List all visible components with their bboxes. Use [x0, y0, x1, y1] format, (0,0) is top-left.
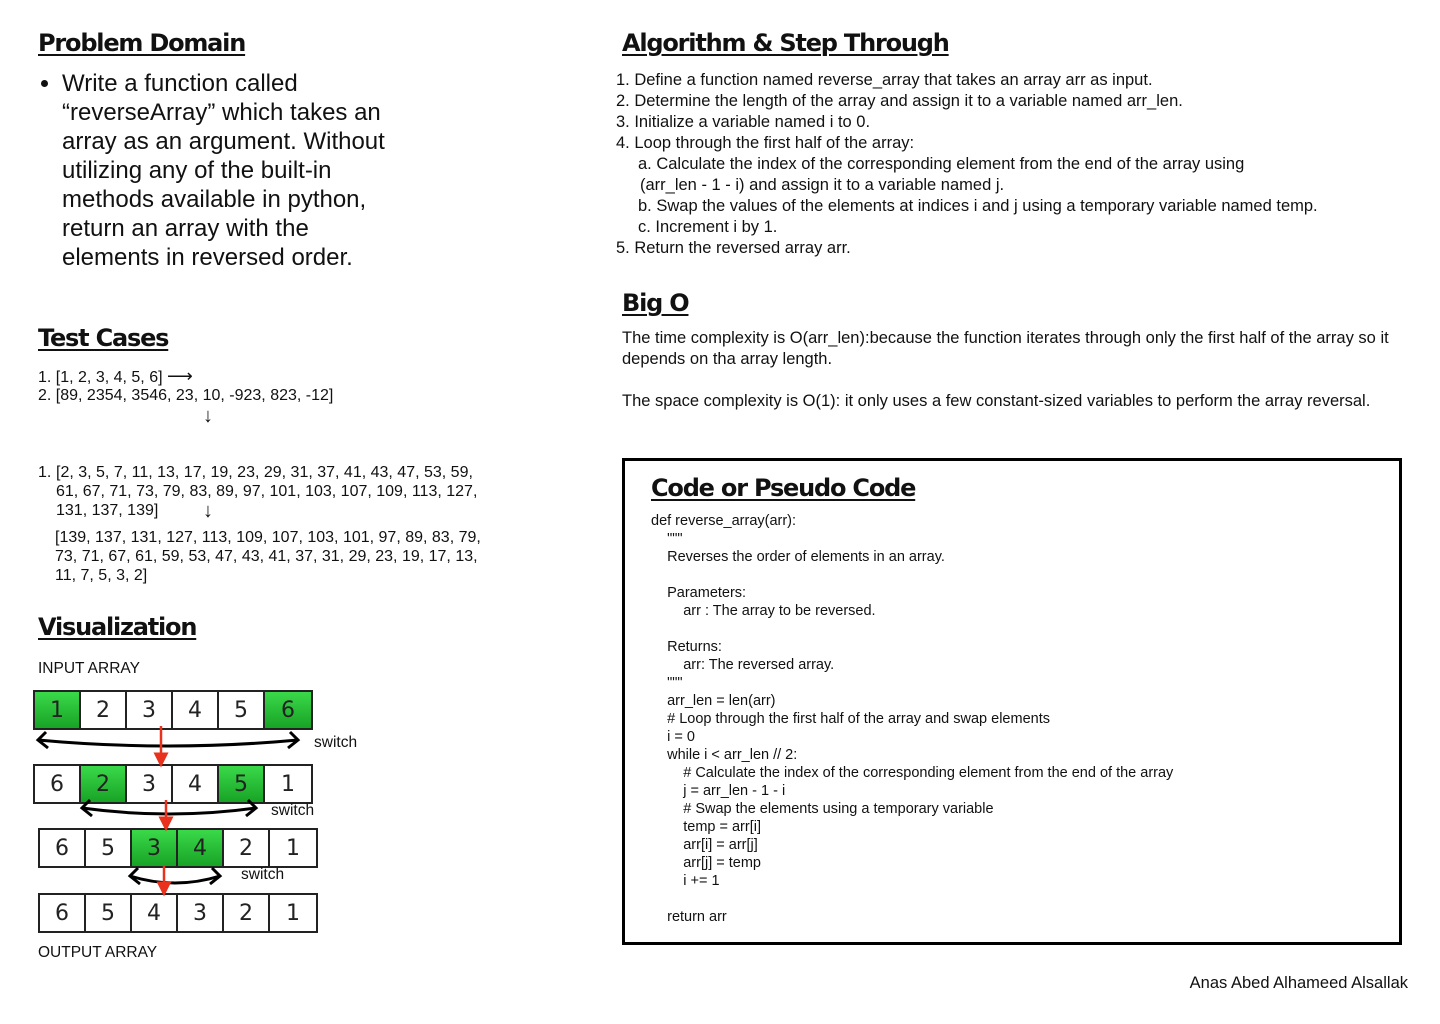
- algorithm-step: 4. Loop through the first half of the ar…: [616, 134, 915, 152]
- algorithm-step: 3. Initialize a variable named i to 0.: [616, 113, 871, 131]
- algorithm-substep: c. Increment i by 1.: [638, 218, 778, 236]
- swap-arrows-overlay: [35, 726, 301, 897]
- switch-label: switch: [241, 866, 285, 883]
- author-name: Anas Abed Alhameed Alsallak: [1189, 974, 1408, 992]
- algorithm-substep: (arr_len - 1 - i) and assign it to a var…: [640, 176, 1005, 194]
- switch-label: switch: [271, 802, 315, 819]
- algorithm-substep: b. Swap the values of the elements at in…: [638, 197, 1318, 215]
- algorithm-step: 1. Define a function named reverse_array…: [616, 71, 1153, 89]
- swap-arrow-3: [129, 874, 221, 885]
- code-block: def reverse_array(arr): """ Reverses the…: [651, 513, 1174, 925]
- algorithm-step: 5. Return the reversed array arr.: [616, 239, 851, 257]
- algorithm-title: Algorithm & Step Through: [622, 29, 950, 57]
- time-complexity-text: The time complexity is O(arr_len):becaus…: [622, 329, 1389, 368]
- output-array-label: OUTPUT ARRAY: [38, 944, 158, 961]
- algorithm-step: 2. Determine the length of the array and…: [616, 92, 1183, 110]
- code-title: Code or Pseudo Code: [651, 474, 916, 502]
- swap-arrow-2: [81, 806, 257, 816]
- big-o-title: Big O: [622, 289, 690, 317]
- algorithm-substep: a. Calculate the index of the correspond…: [638, 155, 1245, 173]
- switch-label: switch: [314, 734, 358, 751]
- swap-arrow-1: [37, 738, 299, 748]
- algorithm-steps: 1. Define a function named reverse_array…: [616, 70, 1318, 259]
- space-complexity-text: The space complexity is O(1): it only us…: [622, 392, 1371, 410]
